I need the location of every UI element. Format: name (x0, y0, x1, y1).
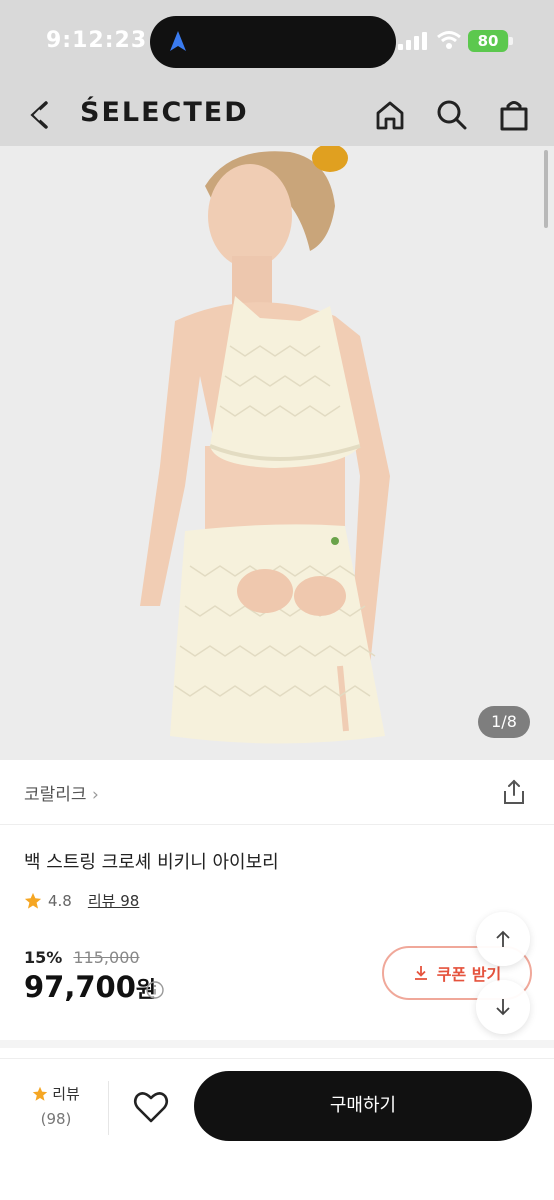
share-icon[interactable] (500, 778, 528, 806)
shopping-bag-icon[interactable] (497, 98, 531, 132)
divider (0, 824, 554, 825)
back-chevron-icon[interactable] (24, 98, 58, 132)
navigation-arrow-icon (170, 31, 186, 51)
rating-row: 4.8 리뷰 98 (24, 890, 139, 911)
product-image[interactable] (0, 146, 554, 760)
scroll-up-button[interactable] (476, 912, 530, 966)
app-header: ŚELECTED (0, 84, 554, 146)
search-icon[interactable] (435, 98, 469, 132)
battery-icon: 80 (468, 30, 508, 52)
status-time: 9:12:23 (46, 28, 148, 53)
home-icon[interactable] (373, 98, 407, 132)
cellular-signal-icon (398, 32, 427, 50)
dynamic-island (150, 16, 396, 68)
arrow-up-icon (496, 930, 510, 947)
brand-link[interactable]: 코랄리크 › (24, 780, 99, 805)
review-summary[interactable]: 리뷰 (98) (26, 1083, 86, 1128)
model-photo (0, 146, 554, 760)
star-icon (32, 1086, 48, 1101)
vertical-divider (108, 1081, 109, 1135)
price-value: 97,700 (24, 970, 136, 1004)
buy-button[interactable]: 구매하기 (194, 1071, 532, 1141)
arrow-down-icon (496, 999, 510, 1016)
page-scroll-indicator (544, 150, 548, 228)
review-label-row: 리뷰 (26, 1083, 86, 1104)
store-logo[interactable]: ŚELECTED (80, 97, 249, 128)
discount-row: 15% 115,000 (24, 948, 140, 967)
section-divider (0, 1040, 554, 1048)
scroll-down-button[interactable] (476, 980, 530, 1034)
product-title: 백 스트링 크로셰 비키니 아이보리 (24, 852, 279, 873)
info-icon[interactable] (146, 981, 164, 999)
discount-rate: 15% (24, 948, 63, 967)
status-bar: 9:12:23 80 (0, 0, 554, 84)
image-counter: 1/8 (478, 706, 530, 738)
heart-icon[interactable] (132, 1089, 170, 1125)
sale-price: 97,700원 (24, 970, 156, 1004)
rating-score: 4.8 (48, 891, 72, 910)
review-count: (98) (40, 1110, 72, 1128)
review-label: 리뷰 (52, 1085, 80, 1103)
bottom-action-bar: 리뷰 (98) 구매하기 (0, 1058, 554, 1200)
review-link[interactable]: 리뷰 98 (88, 890, 139, 911)
wifi-icon (437, 31, 461, 49)
star-icon (24, 892, 42, 909)
brand-row[interactable]: 코랄리크 › (0, 760, 554, 824)
download-arrow-icon (414, 966, 427, 980)
original-price: 115,000 (73, 948, 140, 967)
battery-tip (509, 37, 513, 45)
